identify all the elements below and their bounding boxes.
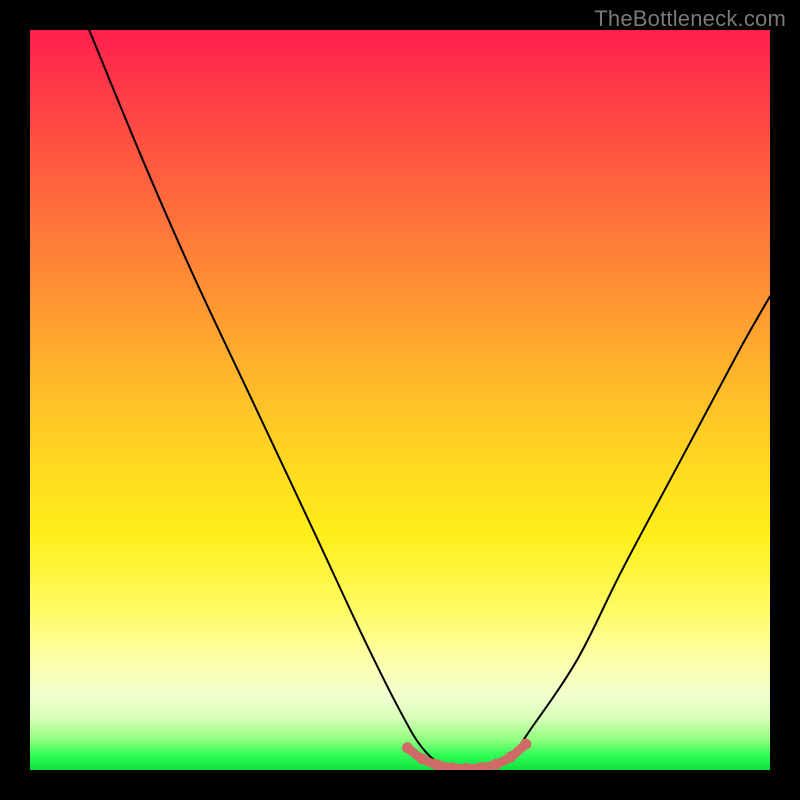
optimal-range-dot — [432, 759, 443, 770]
optimal-range-dots — [402, 739, 531, 770]
chart-frame: TheBottleneck.com — [0, 0, 800, 800]
watermark-text: TheBottleneck.com — [594, 6, 786, 32]
optimal-range-dot — [506, 751, 517, 762]
bottleneck-curve — [89, 30, 770, 770]
optimal-range-dot — [402, 742, 413, 753]
optimal-range-dot — [417, 753, 428, 764]
curve-layer — [30, 30, 770, 770]
optimal-range-dot — [491, 759, 502, 770]
optimal-range-dot — [520, 739, 531, 750]
plot-area — [30, 30, 770, 770]
